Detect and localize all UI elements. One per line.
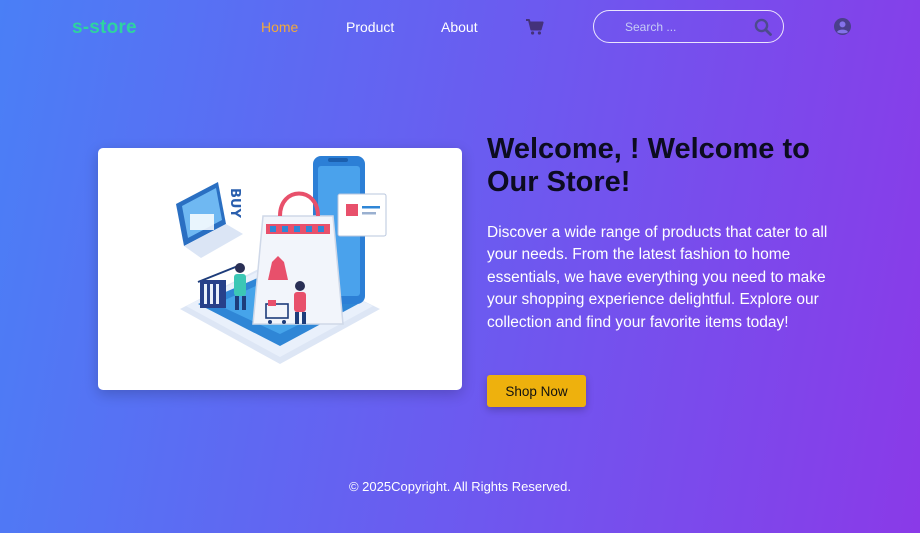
hero-description: Discover a wide range of products that c… [487, 224, 828, 331]
brand-logo[interactable]: s-store [72, 17, 137, 39]
shopping-cart-icon[interactable] [526, 19, 544, 35]
search-icon[interactable] [754, 18, 772, 36]
footer-copyright: © 2025Copyright. All Rights Reserved. [348, 479, 572, 494]
online-shopping-illustration-icon: BUY [176, 156, 387, 364]
nav-link-home[interactable]: Home [261, 19, 298, 35]
nav-link-about[interactable]: About [441, 19, 478, 35]
search-box [593, 10, 784, 43]
search-input[interactable] [625, 18, 745, 36]
nav-link-product[interactable]: Product [346, 19, 394, 35]
hero-title: Welcome, ! Welcome to Our Store! [487, 133, 810, 198]
shop-now-button[interactable]: Shop Now [487, 375, 586, 407]
user-circle-icon[interactable] [834, 18, 851, 35]
buy-text: BUY [227, 188, 242, 218]
hero-image-card: BUY [98, 148, 462, 390]
navbar: s-store Home Product About [0, 0, 920, 56]
